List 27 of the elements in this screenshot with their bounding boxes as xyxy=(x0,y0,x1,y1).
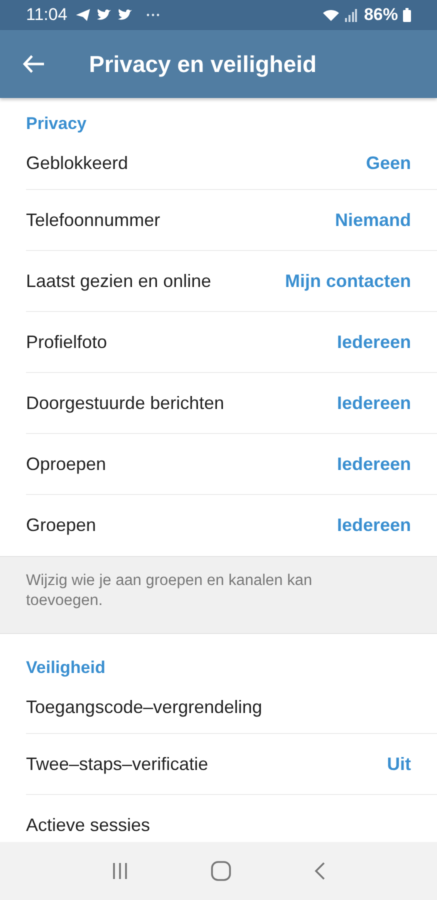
recent-apps-icon[interactable] xyxy=(111,862,130,880)
more-icon xyxy=(146,13,160,17)
settings-row[interactable]: Toegangscode–vergrendeling xyxy=(26,682,437,734)
settings-row[interactable]: Profielfoto Iedereen xyxy=(26,312,437,373)
battery-icon xyxy=(403,8,411,22)
settings-row[interactable]: Laatst gezien en online Mijn contacten xyxy=(26,251,437,312)
battery-percentage: 86% xyxy=(364,5,398,25)
back-arrow-icon[interactable] xyxy=(23,55,45,73)
settings-row[interactable]: Actieve sessies xyxy=(26,795,437,842)
paper-plane-icon xyxy=(75,8,92,22)
signal-icon xyxy=(344,8,357,22)
back-icon[interactable] xyxy=(314,862,326,880)
home-icon[interactable] xyxy=(211,861,232,881)
settings-row[interactable]: Doorgestuurde berichten Iedereen xyxy=(26,373,437,434)
settings-row[interactable]: Twee–staps–verificatie Uit xyxy=(26,734,437,795)
wifi-icon xyxy=(322,8,340,22)
section-header: Privacy xyxy=(25,113,88,135)
settings-row[interactable]: Oproepen Iedereen xyxy=(26,434,437,495)
bird-icon xyxy=(117,8,134,22)
bird-icon xyxy=(96,8,112,22)
status-time: 11:04 xyxy=(26,5,68,25)
settings-row[interactable]: Groepen Iedereen xyxy=(26,495,437,556)
settings-row[interactable]: Telefoonnummer Niemand xyxy=(26,190,437,251)
section-footer: Wijzig wie je aan groepen en kanalen kan toevoegen. xyxy=(0,556,437,634)
screen-title: Privacy en veiligheid xyxy=(89,50,317,78)
section-header: Veiligheid xyxy=(25,657,106,679)
settings-row[interactable]: Geblokkeerd Geen xyxy=(26,138,437,190)
